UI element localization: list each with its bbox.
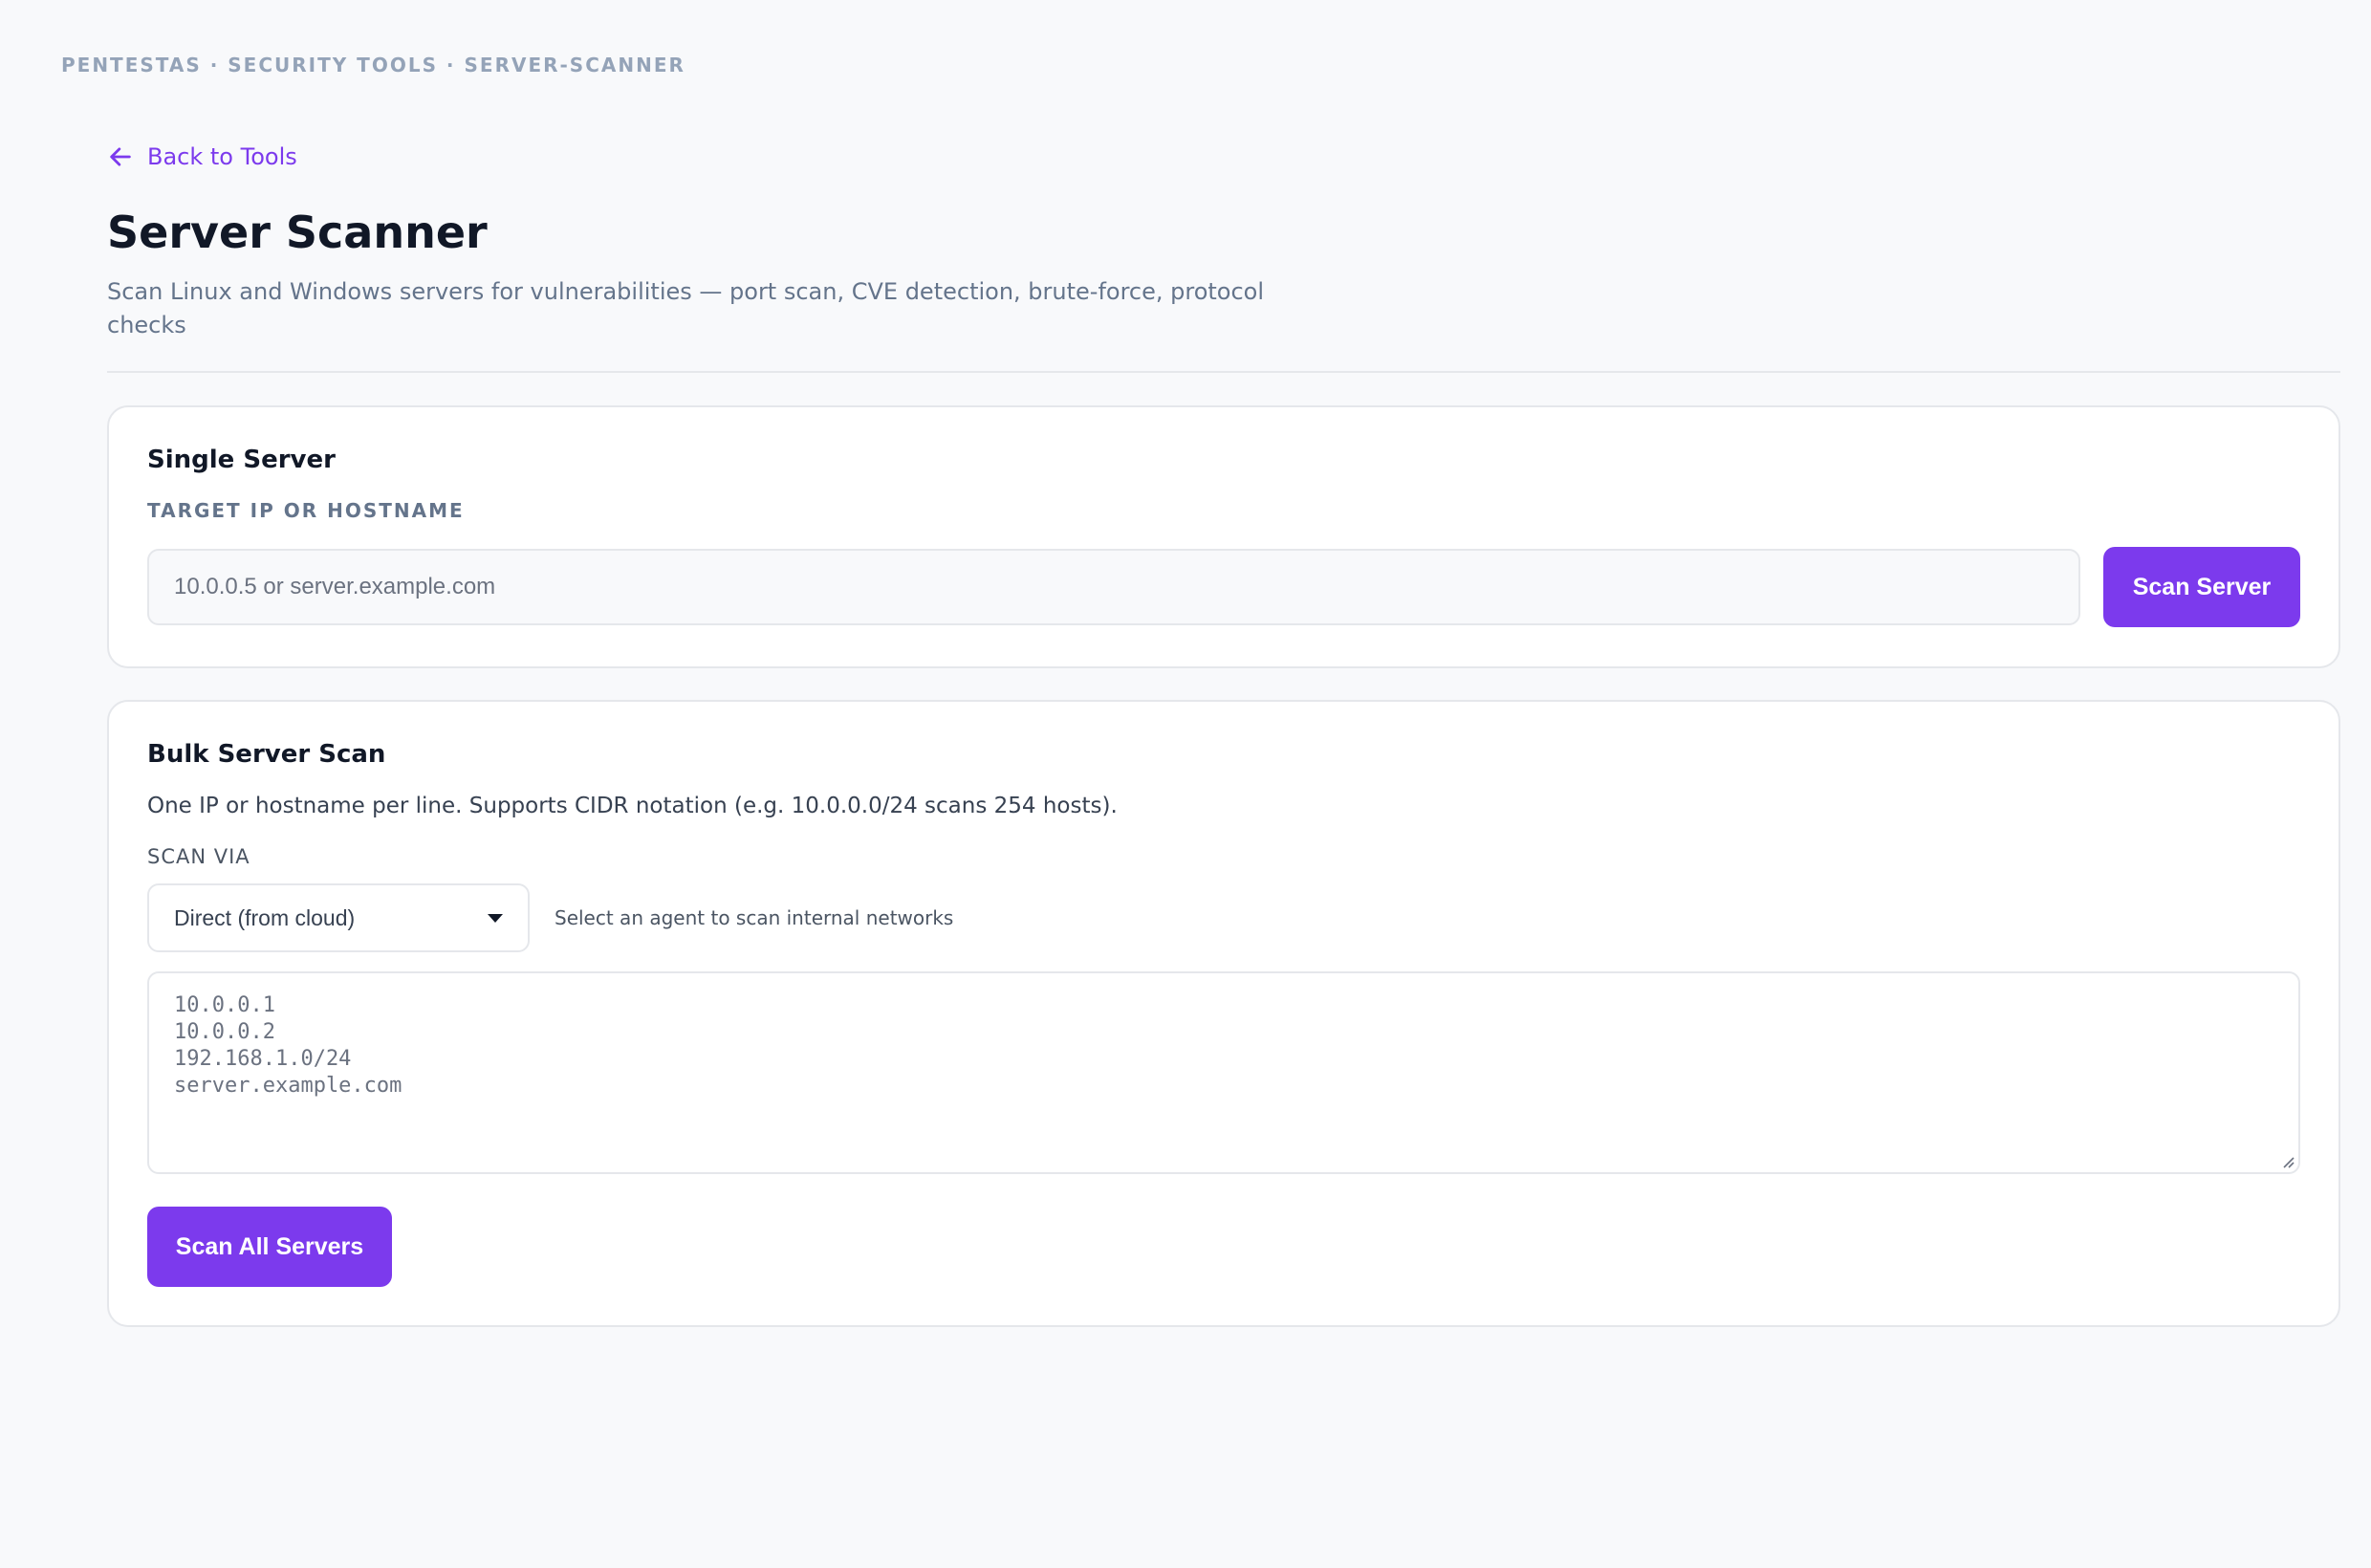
target-input[interactable]: 10.0.0.5 or server.example.com [147,549,2080,625]
bulk-targets-textarea[interactable]: 10.0.0.1 10.0.0.2 192.168.1.0/24 server.… [147,971,2300,1174]
target-field-label: TARGET IP OR HOSTNAME [147,499,465,522]
arrow-left-icon [110,147,131,166]
back-to-tools-link[interactable]: Back to Tools [107,143,2340,170]
scan-via-selected: Direct (from cloud) [174,904,356,930]
scan-server-button[interactable]: Scan Server [2103,547,2300,627]
single-server-title: Single Server [147,446,336,474]
bulk-scan-card: Bulk Server Scan One IP or hostname per … [107,700,2340,1327]
resize-grip-icon[interactable] [2281,1155,2295,1168]
single-server-card: Single Server TARGET IP OR HOSTNAME 10.0… [107,405,2340,668]
placeholder-line: server.example.com [174,1074,402,1098]
header-divider [107,371,2340,373]
scan-via-label: SCAN VIA [147,845,250,868]
caret-down-icon [488,913,503,923]
bulk-scan-title: Bulk Server Scan [147,740,386,769]
breadcrumb: PENTESTAS · SECURITY TOOLS · SERVER-SCAN… [61,54,685,76]
scan-via-hint: Select an agent to scan internal network… [555,906,954,929]
placeholder-line: 192.168.1.0/24 [174,1047,352,1071]
page-title: Server Scanner [107,207,488,258]
scan-via-select[interactable]: Direct (from cloud) [147,883,530,952]
placeholder-line: 10.0.0.1 [174,993,275,1017]
back-link-label: Back to Tools [147,143,297,170]
bulk-help-text: One IP or hostname per line. Supports CI… [147,794,1118,818]
scan-all-servers-button[interactable]: Scan All Servers [147,1207,392,1287]
placeholder-line: 10.0.0.2 [174,1020,275,1044]
page-content: Back to Tools Server Scanner Scan Linux … [107,143,2340,1327]
page-subtitle: Scan Linux and Windows servers for vulne… [107,278,1265,338]
